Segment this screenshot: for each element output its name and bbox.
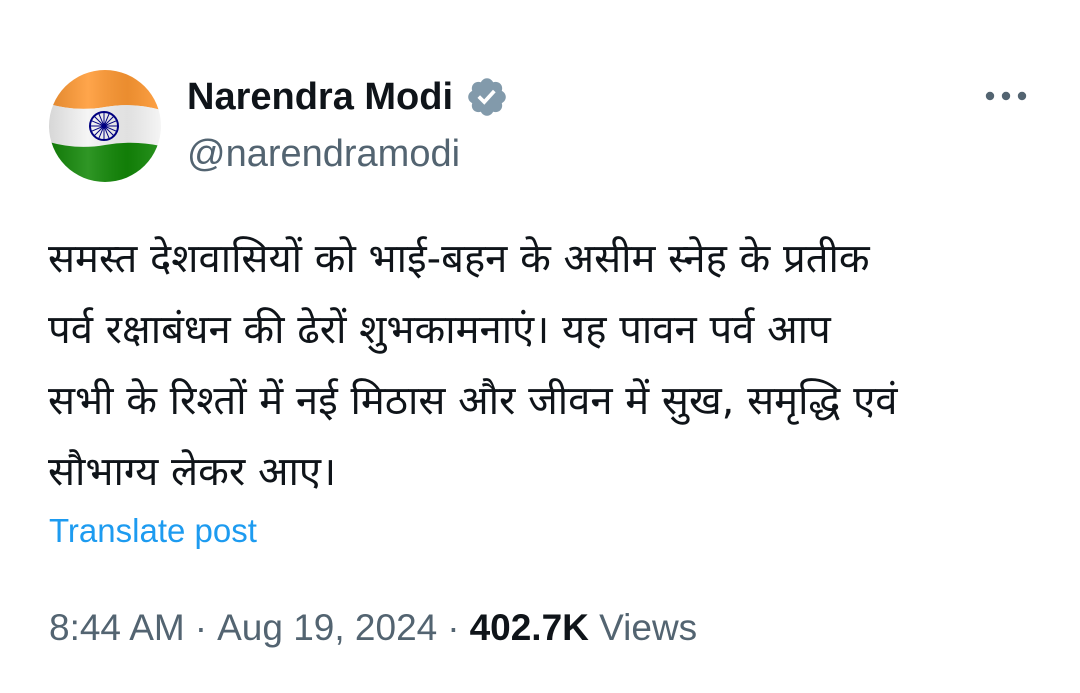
meta-separator: · (447, 607, 460, 648)
india-flag-avatar (49, 70, 161, 182)
views-count[interactable]: 402.7K (470, 607, 589, 648)
post-date[interactable]: Aug 19, 2024 (217, 607, 437, 648)
more-options-button[interactable] (980, 78, 1032, 114)
author-name[interactable]: Narendra Modi (187, 74, 509, 120)
meta-separator: · (194, 607, 208, 648)
translate-post-link[interactable]: Translate post (49, 511, 257, 551)
author-name-label: Narendra Modi (187, 76, 454, 118)
views-label: Views (599, 607, 698, 648)
post-metadata: 8:44 AM · Aug 19, 2024 · 402.7K Views (49, 605, 697, 651)
post-text-line: सौभाग्य लेकर आए। (48, 449, 337, 495)
verified-badge-icon[interactable] (465, 75, 509, 119)
post-text: समस्त देशवासियों को भाई-बहन के असीम स्ने… (48, 224, 1038, 508)
avatar[interactable] (49, 70, 161, 182)
post-text-line: पर्व रक्षाबंधन की ढेरों शुभकामनाएं। यह प… (48, 307, 831, 353)
more-horizontal-icon (985, 91, 1027, 101)
post-text-line: सभी के रिश्तों में नई मिठास और जीवन में … (48, 378, 898, 424)
post-time[interactable]: 8:44 AM (49, 607, 185, 648)
ashoka-chakra (89, 111, 119, 141)
author-handle[interactable]: @narendramodi (187, 131, 460, 177)
post-text-line: समस्त देशवासियों को भाई-बहन के असीम स्ने… (48, 236, 870, 282)
